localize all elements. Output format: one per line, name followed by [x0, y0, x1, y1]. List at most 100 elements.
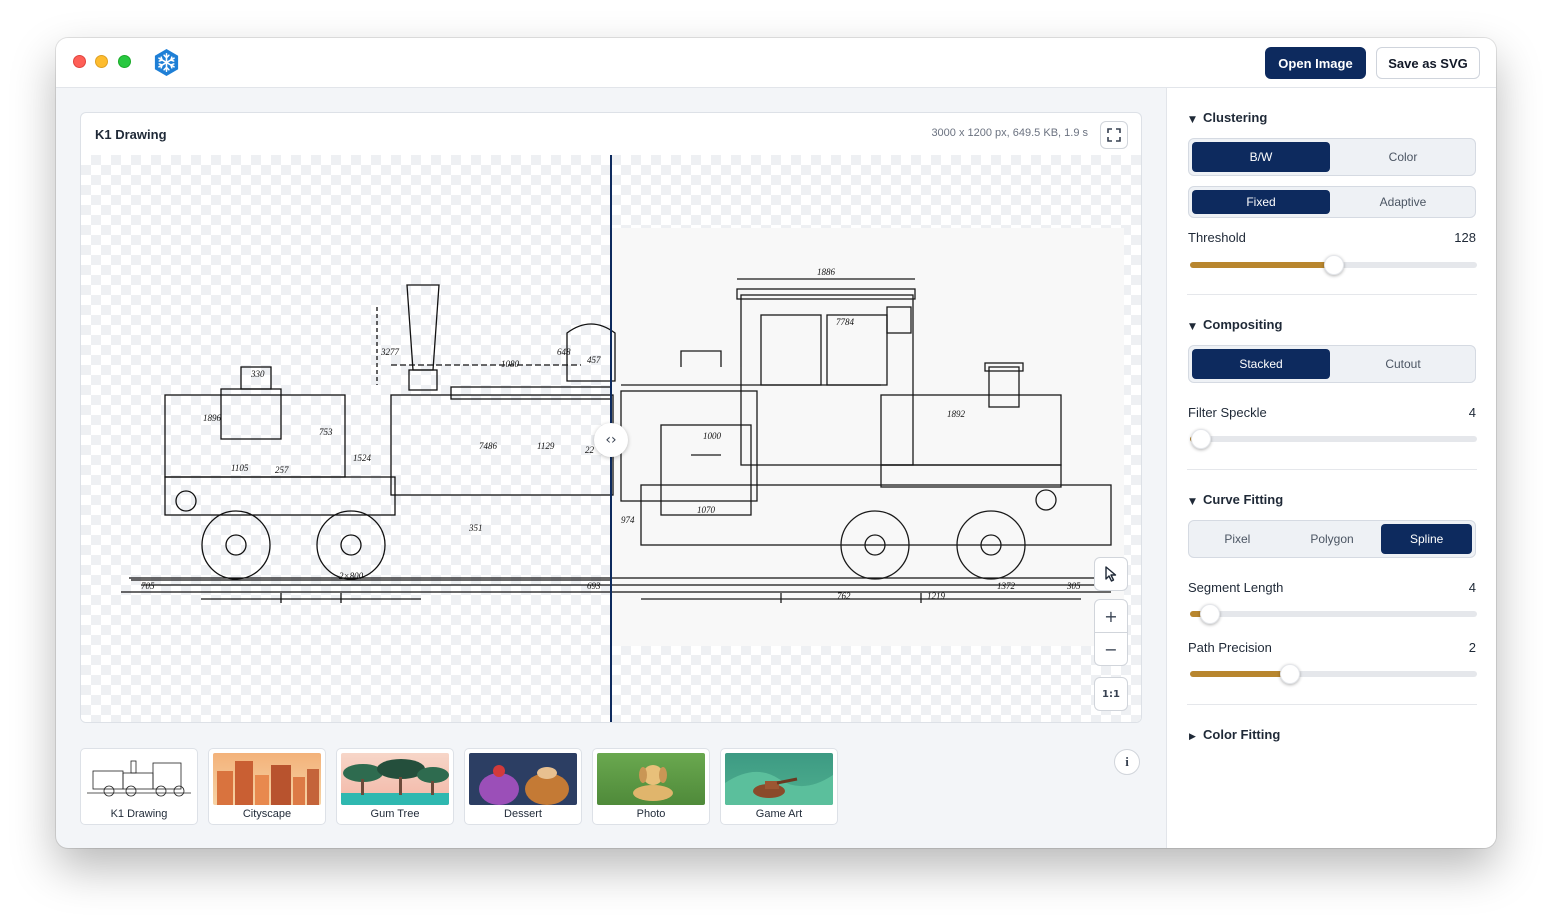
segment-length-slider[interactable] [1190, 604, 1477, 624]
dimension-label: 1105 [231, 463, 249, 473]
clustering-section-header[interactable]: ▼ Clustering [1189, 110, 1267, 125]
actual-size-button[interactable]: 1:1 [1094, 677, 1128, 711]
sample-thumbnail[interactable]: Dessert [464, 748, 582, 825]
adaptive-option[interactable]: Adaptive [1334, 190, 1472, 214]
filter-speckle-label: Filter Speckle [1188, 405, 1267, 420]
fixed-option[interactable]: Fixed [1192, 190, 1330, 214]
title-bar: Open Image Save as SVG [56, 38, 1496, 88]
thumbnail-label: Cityscape [242, 808, 292, 820]
sample-thumbnail[interactable]: Game Art [720, 748, 838, 825]
filter-speckle-slider[interactable] [1190, 429, 1477, 449]
settings-panel: ▼ Clustering B/W Color Fixed Adaptive Thr… [1166, 88, 1496, 848]
dimension-label: 22 [585, 445, 595, 455]
snowflake-logo-icon [154, 48, 179, 77]
segment-length-value: 4 [1468, 580, 1476, 595]
save-as-svg-button[interactable]: Save as SVG [1376, 47, 1480, 79]
zoom-in-button[interactable]: + [1094, 599, 1128, 633]
dimension-label: 1372 [997, 581, 1016, 591]
caret-down-icon: ▼ [1189, 497, 1196, 507]
sample-thumbnail[interactable]: Photo [592, 748, 710, 825]
game-art-thumbnail-image [725, 753, 833, 805]
open-image-button[interactable]: Open Image [1265, 47, 1366, 79]
thumbnail-label: Dessert [504, 808, 542, 820]
original-image-area [612, 228, 1124, 646]
zoom-window-button[interactable] [118, 55, 131, 68]
gum-tree-thumbnail-image [341, 753, 449, 805]
dimension-label: 7784 [836, 317, 855, 327]
dimension-label: 457 [587, 355, 601, 365]
dimension-label: 1896 [203, 413, 222, 423]
sample-thumbnail[interactable]: Cityscape [208, 748, 326, 825]
dimension-label: 693 [587, 581, 601, 591]
section-divider [1187, 704, 1477, 705]
close-window-button[interactable] [73, 55, 86, 68]
thumbnail-label: Game Art [755, 808, 803, 820]
dimension-label: 351 [468, 523, 483, 533]
dimension-label: 330 [250, 369, 265, 379]
fullscreen-icon [1107, 128, 1121, 142]
polygon-option[interactable]: Polygon [1287, 524, 1378, 554]
compare-handle-icon[interactable]: ‹› [594, 423, 628, 457]
path-precision-slider-fill [1190, 671, 1291, 677]
sample-thumbnail[interactable]: K1 Drawing [80, 748, 198, 825]
threshold-slider[interactable] [1190, 255, 1477, 275]
dimension-label: 1000 [703, 431, 722, 441]
info-icon[interactable]: i [1114, 749, 1140, 775]
segment-length-label: Segment Length [1188, 580, 1284, 595]
threshold-label: Threshold [1188, 230, 1246, 245]
clustering-mode-toggle: B/W Color [1188, 138, 1476, 176]
zoom-out-button[interactable]: − [1094, 632, 1128, 666]
dimension-label: 1219 [927, 591, 946, 601]
cutout-option[interactable]: Cutout [1334, 349, 1472, 379]
path-precision-value: 2 [1468, 640, 1476, 655]
image-info: 3000 x 1200 px, 649.5 KB, 1.9 s [931, 127, 1088, 139]
bw-option[interactable]: B/W [1192, 142, 1330, 172]
caret-right-icon: ▶ [1189, 732, 1196, 742]
dimension-label: 1080 [501, 359, 520, 369]
photo-thumbnail-image [597, 753, 705, 805]
path-precision-slider-thumb[interactable] [1280, 664, 1301, 684]
dimension-label: 1070 [697, 505, 716, 515]
thumbnail-label: Gum Tree [370, 808, 420, 820]
pointer-tool-button[interactable] [1094, 557, 1128, 591]
section-divider [1187, 469, 1477, 470]
dimension-label: 648 [557, 347, 571, 357]
canvas-title: K1 Drawing [95, 127, 167, 142]
dimension-label: 1129 [537, 441, 555, 451]
pixel-option[interactable]: Pixel [1192, 524, 1283, 554]
section-divider [1187, 294, 1477, 295]
cityscape-thumbnail-image [213, 753, 321, 805]
curve-fitting-section-header[interactable]: ▼ Curve Fitting [1189, 492, 1283, 507]
threshold-value: 128 [1454, 230, 1476, 245]
compositing-section-header[interactable]: ▼ Compositing [1189, 317, 1282, 332]
dimension-label: 974 [621, 515, 635, 525]
color-option[interactable]: Color [1334, 142, 1472, 172]
spline-option[interactable]: Spline [1381, 524, 1473, 554]
minimize-window-button[interactable] [95, 55, 108, 68]
dimension-label: 762 [837, 591, 851, 601]
path-precision-slider[interactable] [1190, 664, 1477, 684]
clustering-hierarchy-toggle: Fixed Adaptive [1188, 186, 1476, 218]
threshold-slider-thumb[interactable] [1323, 255, 1344, 275]
thumbnail-label: Photo [636, 808, 666, 820]
dimension-label: 1886 [817, 267, 836, 277]
dimension-label: 305 [1066, 581, 1081, 591]
fullscreen-button[interactable] [1100, 121, 1128, 149]
path-precision-label: Path Precision [1188, 640, 1272, 655]
k1-drawing-thumbnail-image [85, 753, 193, 805]
filter-speckle-slider-thumb[interactable] [1191, 429, 1212, 449]
thumbnail-label: K1 Drawing [110, 808, 168, 820]
segment-length-slider-thumb[interactable] [1200, 604, 1221, 624]
dimension-label: 2×800 [339, 571, 364, 581]
stacked-option[interactable]: Stacked [1192, 349, 1330, 379]
filter-speckle-value: 4 [1468, 405, 1476, 420]
curve-fitting-mode-toggle: Pixel Polygon Spline [1188, 520, 1476, 558]
dimension-label: 705 [141, 581, 155, 591]
caret-down-icon: ▼ [1189, 115, 1196, 125]
cursor-arrow-icon [1105, 566, 1117, 582]
app-window: Open Image Save as SVG K1 Drawing 3000 x… [56, 38, 1496, 848]
sample-thumbnail[interactable]: Gum Tree [336, 748, 454, 825]
dessert-thumbnail-image [469, 753, 577, 805]
color-fitting-section-header[interactable]: ▶ Color Fitting [1189, 727, 1280, 742]
preview-stage[interactable]: 1886 7784 1892 1000 1070 974 762 1219 13… [81, 155, 1141, 722]
